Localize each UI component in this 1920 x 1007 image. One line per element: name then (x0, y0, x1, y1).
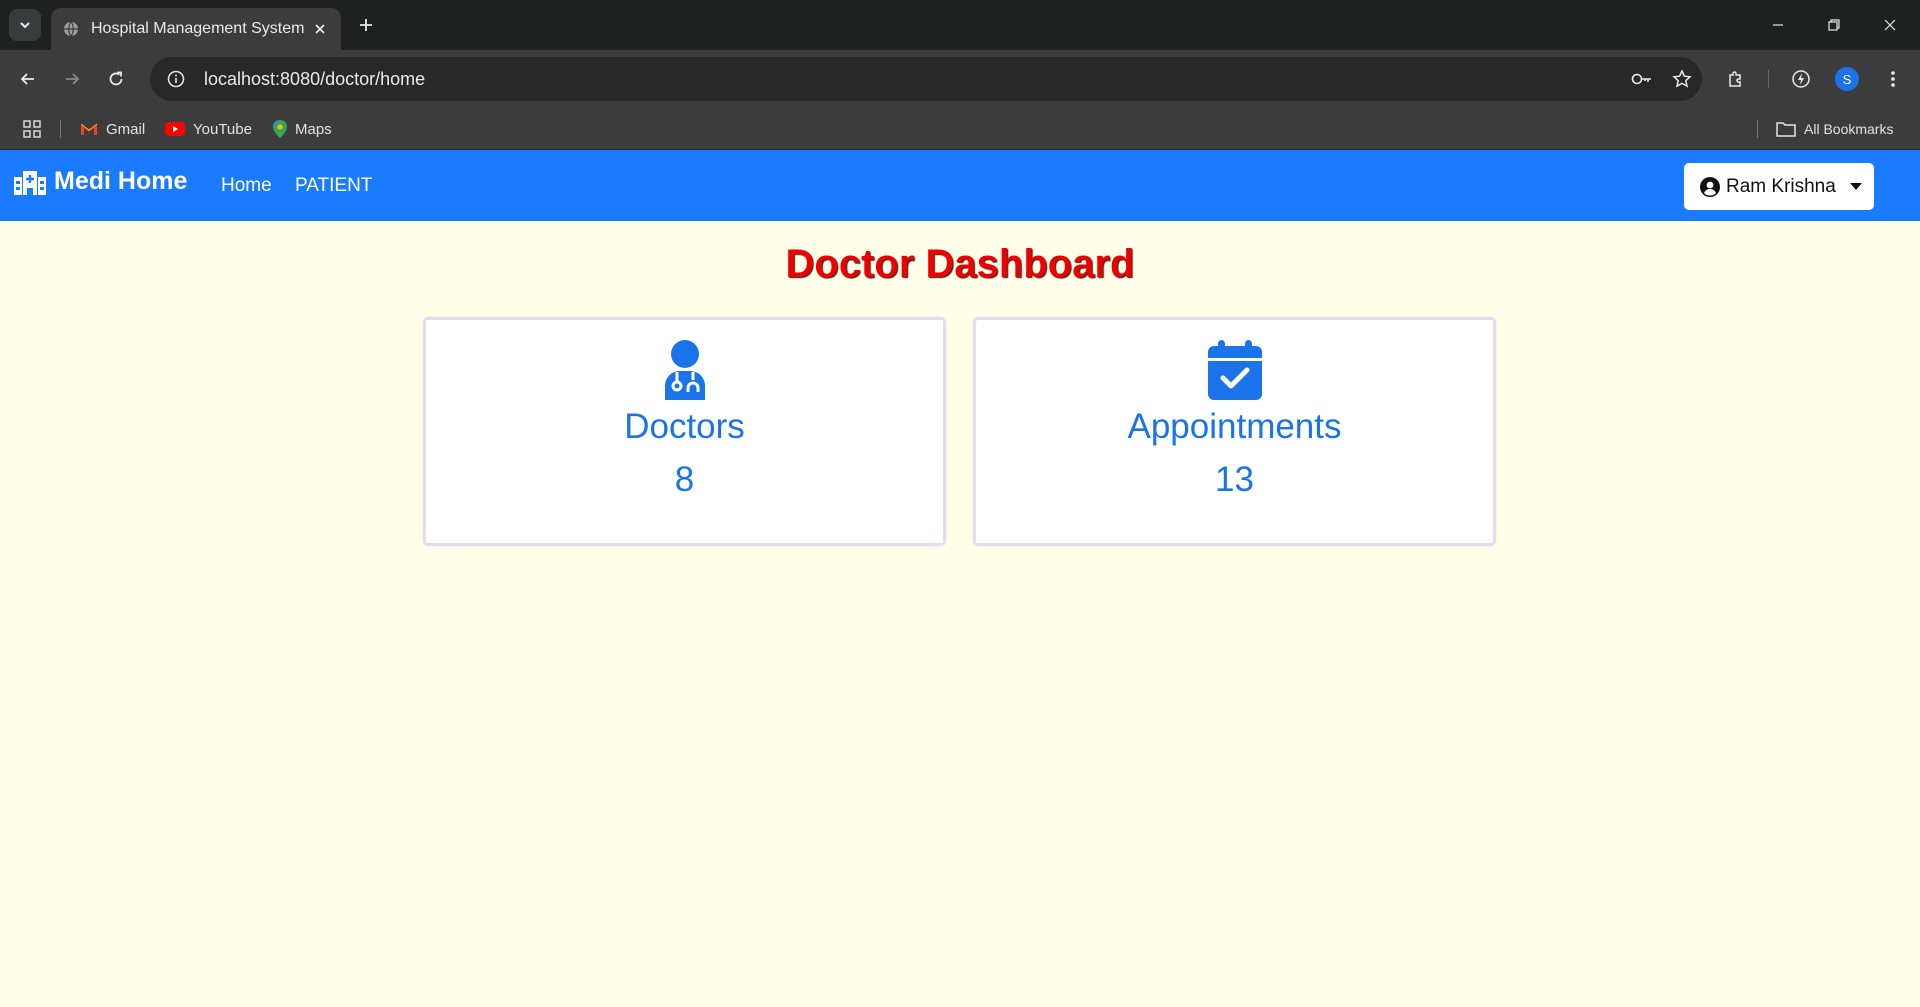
maps-icon (273, 120, 287, 138)
hospital-icon (14, 170, 46, 195)
minimize-icon (1773, 24, 1783, 26)
browser-tabstrip: Hospital Management System (0, 0, 1920, 50)
card-label: Doctors (624, 407, 745, 446)
reload-icon (109, 71, 123, 86)
arrow-left-icon (20, 73, 34, 85)
calendar-check-icon (1207, 340, 1262, 400)
brand-link[interactable]: Medi Home (14, 167, 187, 196)
info-icon (167, 70, 185, 88)
user-menu-button[interactable]: Ram Krishna (1684, 163, 1874, 210)
card-value: 8 (674, 460, 695, 499)
plus-icon (360, 19, 372, 31)
back-button[interactable] (12, 63, 44, 95)
doctors-card[interactable]: Doctors 8 (423, 317, 946, 546)
all-bookmarks-label: All Bookmarks (1804, 121, 1894, 137)
bookmark-label: Gmail (106, 120, 146, 138)
bookmark-gmail[interactable]: Gmail (80, 116, 145, 142)
close-icon (1884, 19, 1896, 31)
appointments-card[interactable]: Appointments 13 (973, 317, 1496, 546)
doctor-icon (664, 340, 705, 400)
toolbar-divider (1768, 70, 1769, 88)
close-icon (315, 24, 325, 34)
apps-button[interactable] (18, 117, 46, 141)
password-key-button[interactable] (1622, 57, 1662, 101)
bookmark-star-button[interactable] (1662, 57, 1702, 101)
new-tab-button[interactable] (350, 9, 382, 41)
globe-icon (64, 21, 78, 37)
more-vertical-icon (1891, 71, 1895, 87)
chevron-down-icon (20, 22, 30, 29)
tab-search-button[interactable] (9, 9, 41, 41)
avatar: S (1835, 67, 1859, 91)
url-text: localhost:8080/doctor/home (204, 68, 426, 89)
caret-down-icon (1849, 183, 1862, 190)
lightning-icon (1792, 70, 1810, 88)
user-name: Ram Krishna (1726, 175, 1836, 197)
bookmark-maps[interactable]: Maps (273, 116, 332, 142)
site-info-button[interactable] (154, 57, 198, 101)
nav-link-patient[interactable]: PATIENT (295, 175, 372, 197)
nav-link-home[interactable]: Home (221, 175, 272, 197)
browser-toolbar: localhost:8080/doctor/home S (0, 50, 1920, 108)
bookmark-label: Maps (295, 120, 332, 138)
card-label: Appointments (1127, 407, 1342, 446)
performance-button[interactable] (1785, 63, 1817, 95)
address-bar[interactable]: localhost:8080/doctor/home (150, 57, 1702, 101)
page-title: Doctor Dashboard (785, 242, 1135, 286)
gmail-icon (80, 123, 98, 135)
brand-name: Medi Home (54, 167, 188, 195)
browser-tab[interactable]: Hospital Management System (51, 8, 341, 50)
profile-button[interactable]: S (1831, 63, 1863, 95)
browser-menu-button[interactable] (1877, 63, 1909, 95)
app-navbar: Medi Home Home PATIENT Ram Krishna (0, 150, 1920, 221)
restore-button[interactable] (1806, 0, 1862, 50)
bookmarks-divider (1757, 120, 1758, 138)
tab-title: Hospital Management System (91, 20, 305, 37)
tab-close-button[interactable] (305, 14, 335, 44)
forward-button[interactable] (56, 63, 88, 95)
youtube-icon (165, 122, 185, 136)
bookmark-label: YouTube (193, 120, 252, 138)
bookmark-youtube[interactable]: YouTube (165, 116, 252, 142)
extensions-button[interactable] (1720, 63, 1752, 95)
minimize-button[interactable] (1750, 0, 1806, 50)
all-bookmarks-button[interactable]: All Bookmarks (1776, 116, 1893, 142)
puzzle-icon (1729, 71, 1741, 87)
bookmarks-bar: Gmail YouTube Maps All Bookmarks (0, 108, 1920, 150)
card-value: 13 (1215, 460, 1254, 499)
reload-button[interactable] (100, 63, 132, 95)
apps-grid-icon (23, 120, 41, 138)
arrow-right-icon (66, 73, 80, 85)
key-icon (1631, 73, 1651, 85)
folder-icon (1776, 122, 1796, 137)
restore-icon (1828, 19, 1840, 31)
close-window-button[interactable] (1862, 0, 1918, 50)
user-circle-icon (1700, 176, 1720, 197)
bookmarks-divider (60, 120, 61, 138)
star-icon (1672, 69, 1692, 88)
